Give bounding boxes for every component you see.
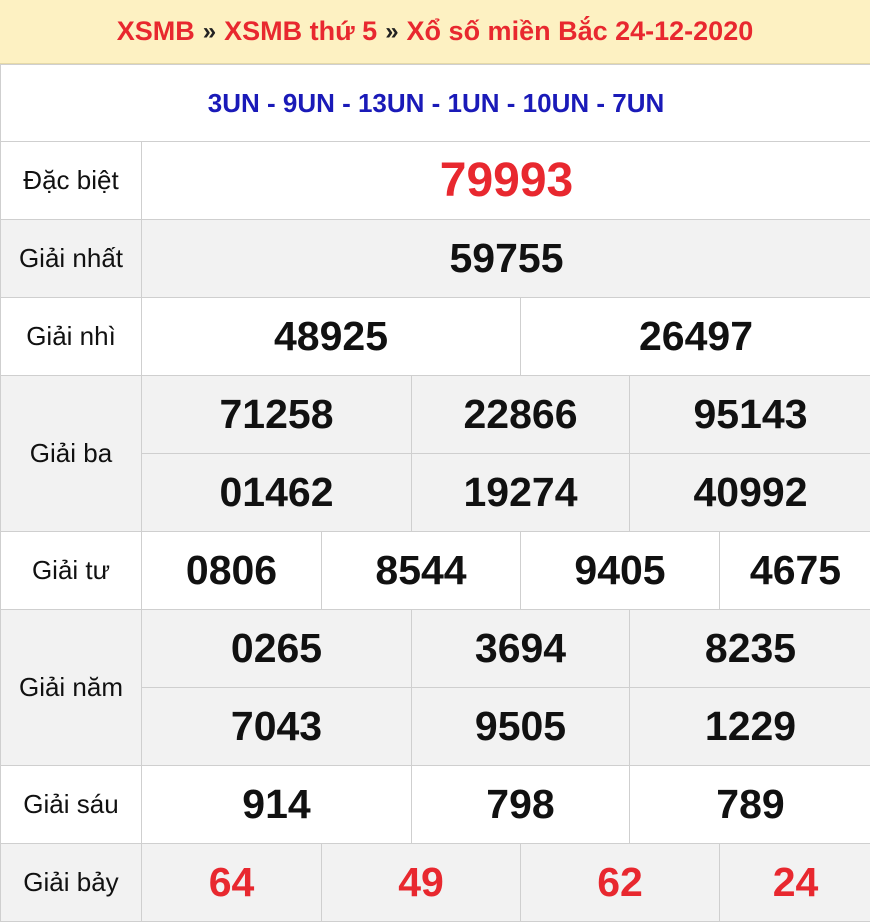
prize-number: 1229 [630,688,870,766]
breadcrumb-xsmb-thu5-link[interactable]: XSMB thứ 5 [224,16,377,47]
prize-number: 24 [720,844,870,922]
prize-label: Giải sáu [1,766,142,844]
prize-row-tu: Giải tư 0806 8544 9405 4675 [1,532,870,610]
prize-number: 26497 [521,298,870,376]
prize-row-sau: Giải sáu 914 798 789 [1,766,870,844]
draw-codes: 3UN - 9UN - 13UN - 1UN - 10UN - 7UN [1,65,870,142]
prize-label: Giải năm [1,610,142,766]
prize-number: 8235 [630,610,870,688]
prize-number: 4675 [720,532,870,610]
results-table: 3UN - 9UN - 13UN - 1UN - 10UN - 7UN Đặc … [0,64,870,922]
prize-number: 914 [142,766,412,844]
special-prize-number: 79993 [142,142,870,220]
prize-row-ba-1: Giải ba 71258 22866 95143 [1,376,870,454]
codes-row: 3UN - 9UN - 13UN - 1UN - 10UN - 7UN [1,65,870,142]
prize-number: 01462 [142,454,412,532]
prize-row-dac-biet: Đặc biệt 79993 [1,142,870,220]
prize-number: 64 [142,844,322,922]
breadcrumb-xsmb-link[interactable]: XSMB [117,16,195,47]
prize-row-nam-1: Giải năm 0265 3694 8235 [1,610,870,688]
prize-number: 9505 [412,688,630,766]
prize-label: Giải nhì [1,298,142,376]
breadcrumb-separator: » [385,18,398,46]
prize-number: 8544 [322,532,521,610]
prize-number: 40992 [630,454,870,532]
prize-row-bay: Giải bảy 64 49 62 24 [1,844,870,922]
prize-number: 19274 [412,454,630,532]
prize-number: 48925 [142,298,521,376]
breadcrumb: XSMB » XSMB thứ 5 » Xổ số miền Bắc 24-12… [0,0,870,64]
prize-label: Đặc biệt [1,142,142,220]
prize-number: 49 [322,844,521,922]
prize-label: Giải bảy [1,844,142,922]
prize-number: 7043 [142,688,412,766]
prize-label: Giải nhất [1,220,142,298]
breadcrumb-separator: » [203,18,216,46]
breadcrumb-page-title[interactable]: Xổ số miền Bắc 24-12-2020 [407,16,754,47]
prize-number: 0265 [142,610,412,688]
prize-number: 789 [630,766,870,844]
prize-number: 71258 [142,376,412,454]
prize-label: Giải tư [1,532,142,610]
prize-number: 62 [521,844,720,922]
prize-label: Giải ba [1,376,142,532]
prize-number: 22866 [412,376,630,454]
prize-number: 59755 [142,220,870,298]
prize-number: 95143 [630,376,870,454]
prize-row-nhat: Giải nhất 59755 [1,220,870,298]
prize-number: 3694 [412,610,630,688]
prize-row-nhi: Giải nhì 48925 26497 [1,298,870,376]
prize-number: 9405 [521,532,720,610]
prize-number: 798 [412,766,630,844]
prize-number: 0806 [142,532,322,610]
